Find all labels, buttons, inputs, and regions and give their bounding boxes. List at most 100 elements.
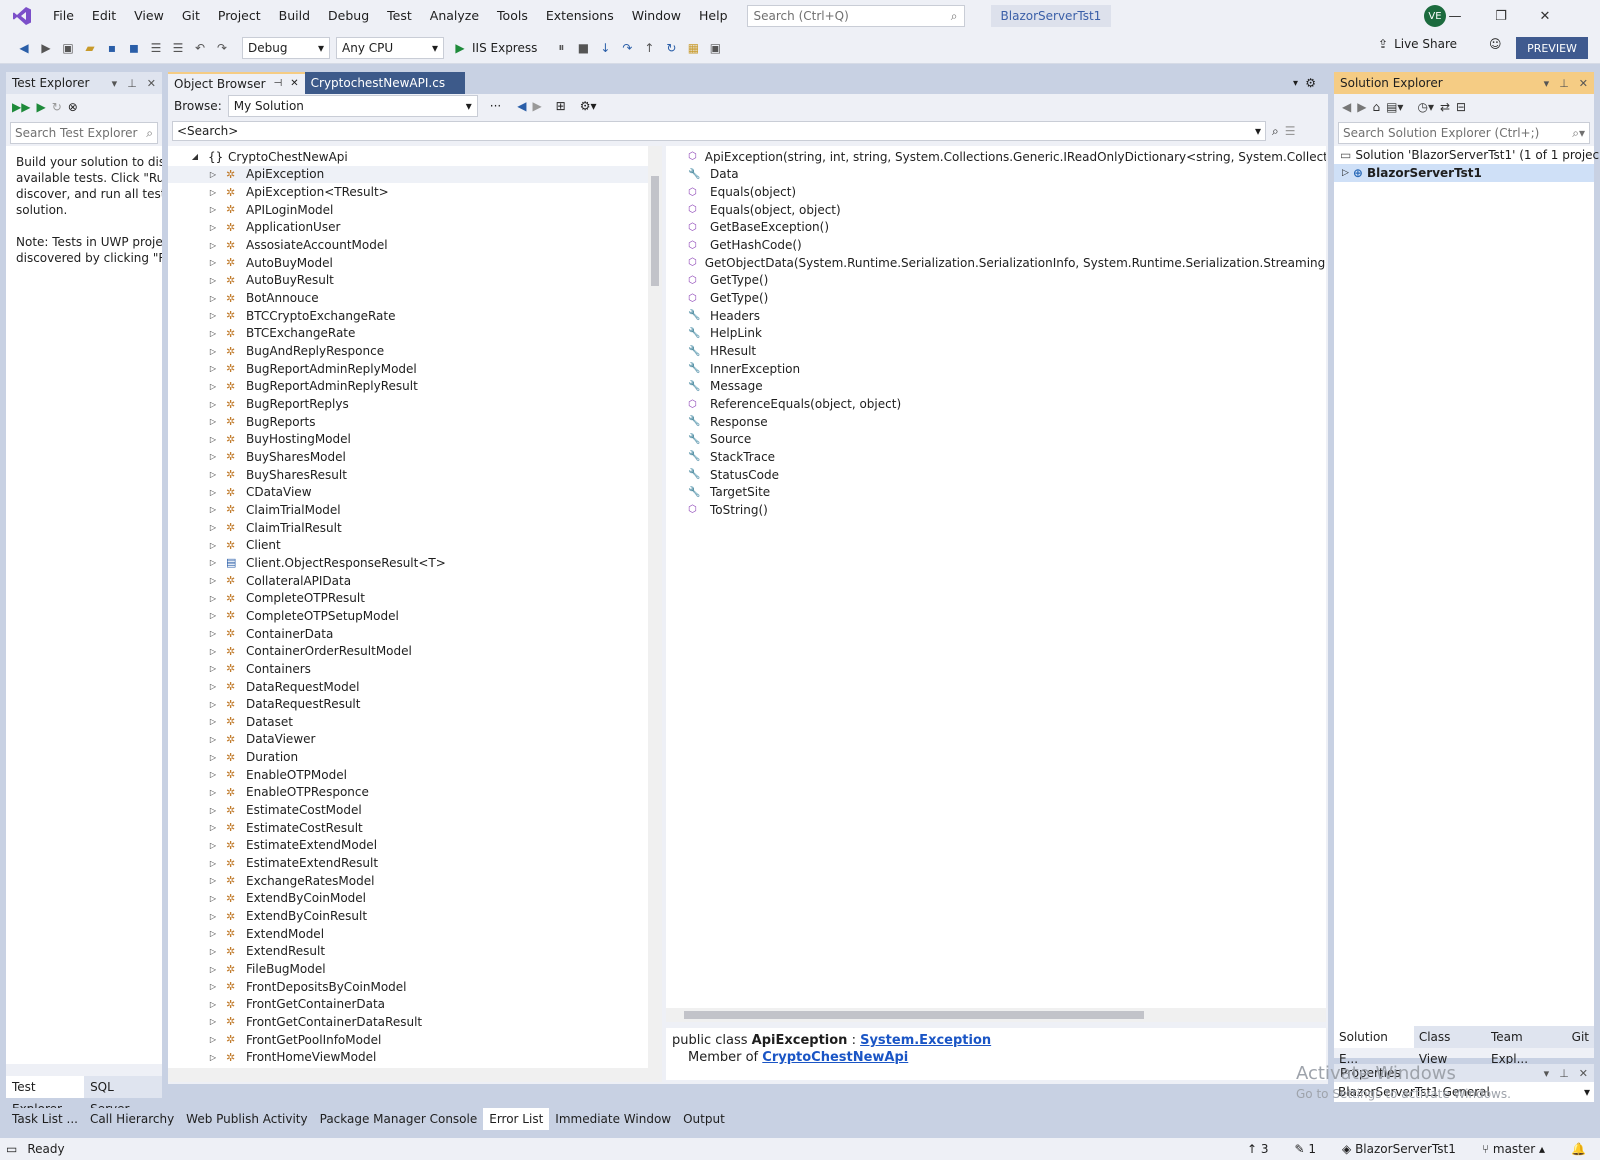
step-over-icon[interactable]: ↷ — [617, 37, 637, 59]
tab-class-view[interactable]: Class View — [1414, 1026, 1486, 1066]
expand-icon[interactable]: ▷ — [208, 965, 218, 974]
type-node[interactable]: ▷ ✲ FrontDepositsByCoinModel — [168, 978, 662, 996]
solution-node[interactable]: ▭ Solution 'BlazorServerTst1' (1 of 1 pro… — [1334, 146, 1599, 164]
member-item[interactable]: ⬡ ReferenceEquals(object, object) — [666, 395, 1326, 413]
expand-icon[interactable]: ▷ — [208, 523, 218, 532]
member-item[interactable]: ⬡ GetBaseException() — [666, 219, 1326, 237]
type-node[interactable]: ▷ ✲ ApiException — [168, 165, 662, 184]
expand-icon[interactable]: ▷ — [208, 770, 218, 779]
expand-icon[interactable]: ▷ — [208, 470, 218, 479]
more-icon[interactable]: ··· — [490, 99, 501, 113]
expand-icon[interactable]: ▷ — [208, 311, 218, 320]
type-node[interactable]: ▷ ✲ BugReportAdminReplyModel — [168, 360, 662, 378]
member-item[interactable]: 🔧 InnerException — [666, 360, 1326, 378]
expand-icon[interactable]: ▷ — [208, 1017, 218, 1026]
type-node[interactable]: ▷ ✲ CompleteOTPSetupModel — [168, 607, 662, 625]
members-horizontal-scrollbar[interactable] — [666, 1008, 1326, 1022]
expand-icon[interactable]: ▷ — [208, 929, 218, 938]
member-item[interactable]: 🔧 Data — [666, 166, 1326, 184]
feedback-icon[interactable]: ☺ — [1489, 37, 1502, 51]
expand-icon[interactable]: ▷ — [208, 735, 218, 744]
expand-icon[interactable]: ▷ — [208, 859, 218, 868]
member-item[interactable]: ⬡ ApiException(string, int, string, Syste… — [666, 148, 1326, 166]
expand-icon[interactable]: ▷ — [208, 806, 218, 815]
member-item[interactable]: 🔧 HResult — [666, 342, 1326, 360]
expand-icon[interactable]: ▷ — [208, 982, 218, 991]
expand-icon[interactable]: ▷ — [208, 329, 218, 338]
type-node[interactable]: ▷ ✲ ExtendResult — [168, 943, 662, 961]
expand-icon[interactable]: ▷ — [208, 488, 218, 497]
expand-icon[interactable]: ▷ — [208, 611, 218, 620]
expand-icon[interactable]: ▷ — [208, 541, 218, 550]
type-node[interactable]: ▷ ✲ CDataView — [168, 483, 662, 501]
type-node[interactable]: ▷ ✲ BTCCryptoExchangeRate — [168, 307, 662, 325]
close-window-icon[interactable]: ✕ — [1522, 0, 1568, 32]
notifications-icon[interactable]: 🔔 — [1571, 1142, 1586, 1156]
forward-icon[interactable]: ▶ — [36, 37, 56, 59]
dropdown-icon[interactable]: ▾ — [112, 77, 118, 90]
member-item[interactable]: ⬡ ToString() — [666, 501, 1326, 519]
expand-icon[interactable]: ▷ — [208, 347, 218, 356]
menu-test[interactable]: Test — [378, 0, 421, 32]
expand-icon[interactable]: ▷ — [208, 700, 218, 709]
type-node[interactable]: ▷ ✲ FrontGetContainerData — [168, 996, 662, 1014]
type-node[interactable]: ▷ ✲ EstimateExtendResult — [168, 854, 662, 872]
type-node[interactable]: ▷ ✲ DataRequestResult — [168, 695, 662, 713]
type-node[interactable]: ▷ ✲ FrontGetContainerDataResult — [168, 1013, 662, 1031]
type-node[interactable]: ▷ ✲ BuySharesResult — [168, 466, 662, 484]
outdent-icon[interactable]: ☰ — [168, 37, 188, 59]
type-node[interactable]: ▷ ✲ APILoginModel — [168, 201, 662, 219]
tree-horizontal-scrollbar[interactable] — [168, 1068, 648, 1082]
pause-icon[interactable]: ⏸ — [551, 37, 571, 59]
type-node[interactable]: ▷ ✲ AssosiateAccountModel — [168, 236, 662, 254]
menu-tools[interactable]: Tools — [488, 0, 537, 32]
scroll-thumb[interactable] — [684, 1011, 1144, 1019]
namespace-link[interactable]: CryptoChestNewApi — [762, 1050, 908, 1065]
tab-immediate-window[interactable]: Immediate Window — [549, 1108, 677, 1130]
type-node[interactable]: ▷ ✲ ContainerOrderResultModel — [168, 642, 662, 660]
run-icon[interactable]: ▶ — [36, 100, 45, 114]
type-node[interactable]: ▷ ✲ EstimateExtendModel — [168, 837, 662, 855]
scroll-thumb[interactable] — [651, 176, 659, 286]
branch-status[interactable]: ⑂ master ▴ — [1482, 1142, 1545, 1156]
expand-icon[interactable]: ▷ — [208, 788, 218, 797]
member-item[interactable]: ⬡ GetType() — [666, 289, 1326, 307]
tab-object-browser[interactable]: Object Browser ⊣ ✕ — [168, 72, 305, 94]
member-item[interactable]: ⬡ GetType() — [666, 272, 1326, 290]
type-node[interactable]: ▷ ✲ FileBugModel — [168, 960, 662, 978]
type-node[interactable]: ▷ ✲ ExchangeRatesModel — [168, 872, 662, 890]
menu-window[interactable]: Window — [623, 0, 690, 32]
home-icon[interactable]: ⌂ — [1372, 100, 1380, 114]
object-search-input[interactable]: <Search> ▾ — [172, 121, 1266, 141]
menu-analyze[interactable]: Analyze — [421, 0, 488, 32]
expand-icon[interactable]: ▷ — [208, 205, 218, 214]
expand-icon[interactable]: ▷ — [208, 894, 218, 903]
type-node[interactable]: ▷ ✲ BugReports — [168, 413, 662, 431]
add-reference-icon[interactable]: ⊞ — [556, 99, 566, 113]
tab-git[interactable]: Git — [1567, 1026, 1594, 1048]
type-node[interactable]: ▷ ✲ ApplicationUser — [168, 219, 662, 237]
type-node[interactable]: ▷ ✲ ExtendByCoinModel — [168, 890, 662, 908]
expand-icon[interactable]: ▷ — [208, 1000, 218, 1009]
type-node[interactable]: ▷ ✲ BugReportAdminReplyResult — [168, 378, 662, 396]
expand-icon[interactable]: ▷ — [208, 400, 218, 409]
save-all-icon[interactable]: ◼ — [124, 37, 144, 59]
type-node[interactable]: ▷ ✲ ClaimTrialResult — [168, 519, 662, 537]
settings-icon[interactable]: ⚙ — [1305, 76, 1316, 90]
repeat-icon[interactable]: ↻ — [52, 100, 62, 114]
member-item[interactable]: 🔧 TargetSite — [666, 483, 1326, 501]
menu-project[interactable]: Project — [209, 0, 270, 32]
tab-cryptochest-file[interactable]: CryptochestNewAPI.cs — [304, 72, 465, 94]
run-target-button[interactable]: IIS Express — [472, 41, 537, 55]
tab-package-manager-console[interactable]: Package Manager Console — [314, 1108, 484, 1130]
tab-task-list[interactable]: Task List ... — [6, 1108, 84, 1130]
type-node[interactable]: ▷ ✲ BuyHostingModel — [168, 431, 662, 449]
type-node[interactable]: ▷ ✲ Client — [168, 536, 662, 554]
close-icon[interactable]: ✕ — [290, 73, 298, 95]
type-node[interactable]: ▷ ✲ ExtendByCoinResult — [168, 907, 662, 925]
type-node[interactable]: ▷ ✲ ApiException<TResult> — [168, 183, 662, 201]
expand-icon[interactable]: ▷ — [208, 576, 218, 585]
expand-icon[interactable]: ▷ — [208, 664, 218, 673]
expand-icon[interactable]: ▷ — [208, 1035, 218, 1044]
expand-icon[interactable]: ▷ — [208, 558, 218, 567]
